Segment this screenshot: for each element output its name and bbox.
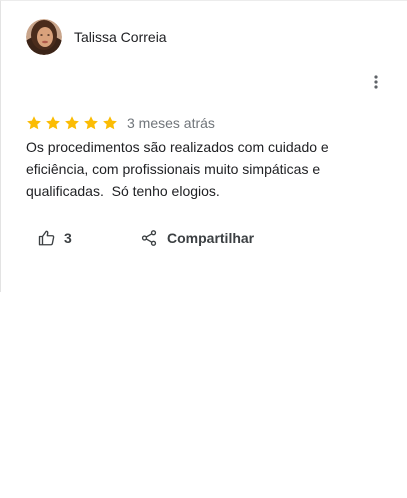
star-icon	[46, 116, 60, 130]
review-text: Os procedimentos são realizados com cuid…	[26, 136, 346, 202]
reviewer-name[interactable]: Talissa Correia	[74, 29, 167, 45]
star-icon	[27, 116, 41, 130]
star-icon	[65, 116, 79, 130]
thumbs-up-icon	[38, 230, 55, 246]
review-date: 3 meses atrás	[127, 115, 215, 131]
avatar-image	[26, 19, 62, 55]
more-options-button[interactable]	[365, 71, 387, 93]
rating-row: 3 meses atrás	[26, 114, 215, 132]
review-card: Talissa Correia 3 meses atrás Os procedi…	[0, 0, 407, 292]
share-button[interactable]: Compartilhar	[140, 227, 254, 249]
reviewer-avatar[interactable]	[26, 19, 62, 55]
like-button[interactable]: 3	[38, 227, 72, 249]
review-text-line: Os procedimentos são realizados com cuid…	[26, 139, 329, 155]
share-label: Compartilhar	[167, 230, 255, 246]
review-text-line: eficiência, com profissionais muito simp…	[26, 161, 321, 177]
star-icon	[103, 116, 117, 130]
more-vertical-icon	[374, 75, 378, 89]
review-text-line: qualificadas. Só tenho elogios.	[26, 183, 220, 199]
star-rating	[26, 115, 121, 131]
share-icon	[141, 230, 157, 246]
star-icon	[84, 116, 98, 130]
like-count: 3	[64, 230, 72, 246]
